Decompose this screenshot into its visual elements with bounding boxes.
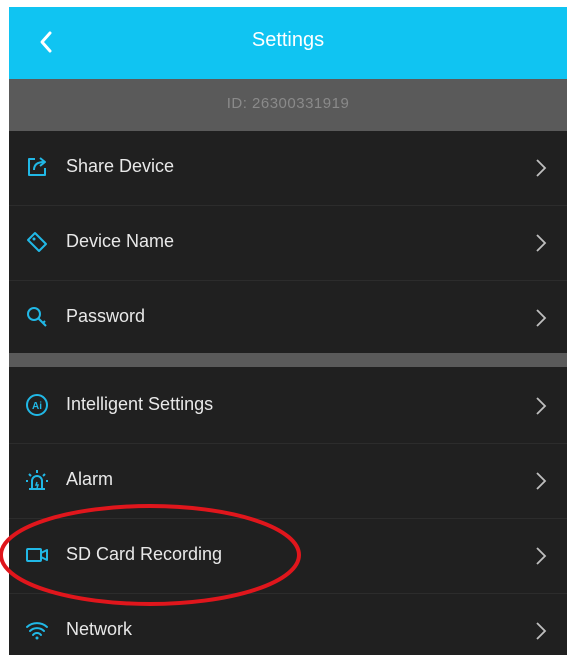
header-bar: Settings bbox=[9, 7, 567, 79]
password-row[interactable]: Password bbox=[9, 281, 567, 353]
network-label: Network bbox=[66, 619, 133, 639]
ai-icon: Ai bbox=[26, 394, 48, 416]
alarm-icon bbox=[26, 470, 48, 490]
chevron-right-icon bbox=[536, 472, 547, 490]
password-label: Password bbox=[66, 306, 146, 326]
device-id-text: ID: 26300331919 bbox=[226, 95, 350, 112]
intelligent-settings-label: Intelligent Settings bbox=[66, 394, 214, 414]
sd-card-recording-label: SD Card Recording bbox=[66, 544, 223, 564]
camera-icon bbox=[26, 548, 48, 562]
chevron-right-icon bbox=[536, 159, 547, 177]
chevron-right-icon bbox=[536, 397, 547, 415]
wifi-icon bbox=[26, 622, 48, 640]
tag-icon bbox=[27, 232, 47, 252]
chevron-right-icon bbox=[536, 547, 547, 565]
alarm-label: Alarm bbox=[66, 469, 114, 489]
settings-screen: Settings ID: 26300331919 Share Device De… bbox=[9, 7, 567, 655]
device-name-row[interactable]: Device Name bbox=[9, 206, 567, 278]
svg-text:Ai: Ai bbox=[32, 401, 42, 412]
share-device-label: Share Device bbox=[66, 156, 175, 176]
device-name-label: Device Name bbox=[66, 231, 175, 251]
share-device-row[interactable]: Share Device bbox=[9, 131, 567, 203]
key-icon bbox=[27, 307, 47, 327]
intelligent-settings-row[interactable]: Ai Intelligent Settings bbox=[9, 369, 567, 441]
page-title: Settings bbox=[251, 29, 325, 51]
chevron-right-icon bbox=[536, 309, 547, 327]
network-row[interactable]: Network bbox=[9, 594, 567, 655]
sd-card-recording-row[interactable]: SD Card Recording bbox=[9, 519, 567, 591]
share-icon bbox=[28, 157, 46, 176]
chevron-right-icon bbox=[536, 622, 547, 640]
chevron-right-icon bbox=[536, 234, 547, 252]
section-separator bbox=[9, 353, 567, 367]
alarm-row[interactable]: Alarm bbox=[9, 444, 567, 516]
device-id-bar: ID: 26300331919 bbox=[9, 79, 567, 131]
